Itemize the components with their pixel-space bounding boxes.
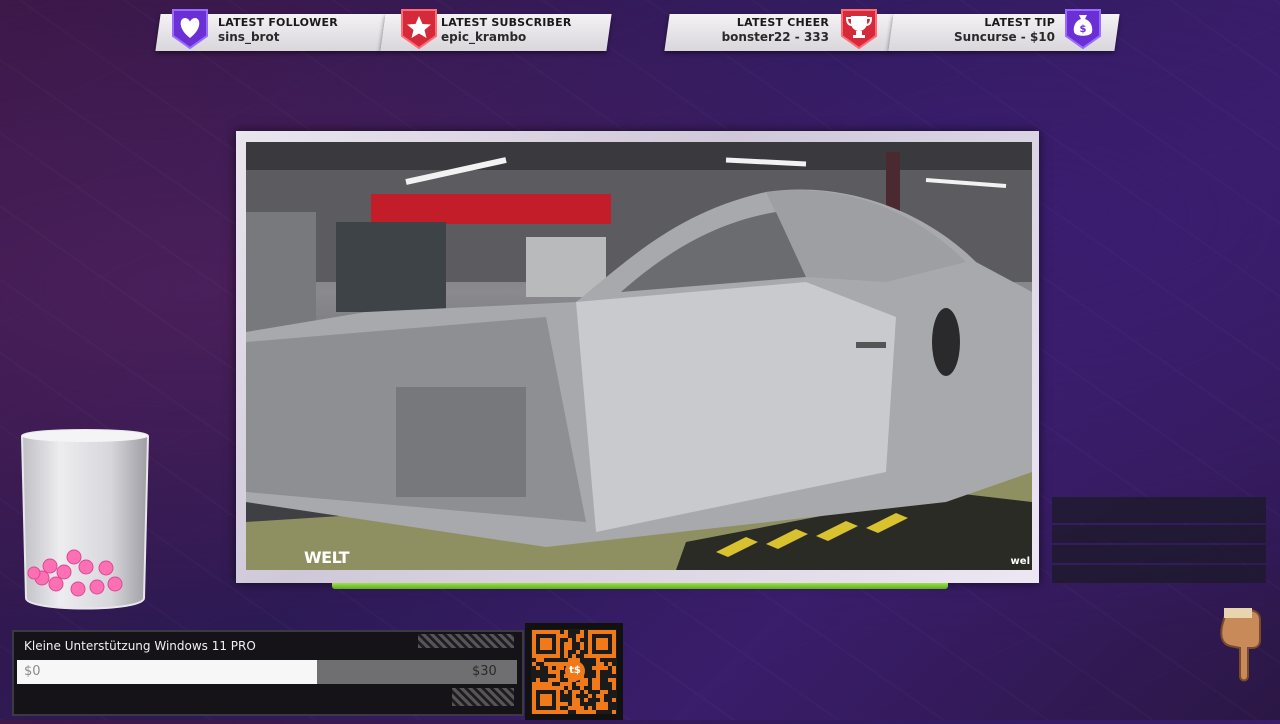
- chat-message: [1052, 565, 1266, 583]
- video-watermark-left: WELT: [304, 548, 350, 567]
- latest-subscriber-card: LATEST SUBSCRIBER epic_krambo: [380, 9, 612, 51]
- star-icon: [399, 8, 439, 50]
- goal-decor-stripes-bottom: [452, 688, 514, 706]
- qr-center-logo: t$: [565, 661, 585, 681]
- chat-message: [1052, 497, 1266, 523]
- trophy-icon: [839, 8, 879, 50]
- video-watermark-right: wel: [1010, 556, 1030, 567]
- donation-goal-start: $0: [24, 664, 41, 679]
- svg-text:$: $: [1080, 24, 1087, 35]
- donation-goal-title: Kleine Unterstützung Windows 11 PRO: [24, 639, 256, 653]
- latest-follower-value: sins_brot: [218, 30, 280, 44]
- latest-subscriber-value: epic_krambo: [441, 30, 527, 44]
- latest-follower-card: LATEST FOLLOWER sins_brot: [155, 9, 387, 51]
- video-progress-accent: [332, 583, 948, 589]
- donation-goal-fill: [17, 660, 317, 684]
- chat-message: [1052, 525, 1266, 543]
- chat-message: [1052, 545, 1266, 563]
- latest-tip-label: LATEST TIP: [984, 16, 1055, 29]
- pointing-hand-icon: [1218, 606, 1264, 684]
- donation-goal-track: [17, 660, 517, 684]
- latest-cheer-value: bonster22 - 333: [721, 30, 829, 44]
- video-player[interactable]: WELT wel: [246, 142, 1032, 570]
- latest-subscriber-label: LATEST SUBSCRIBER: [441, 16, 572, 29]
- heart-icon: [170, 8, 210, 50]
- latest-follower-label: LATEST FOLLOWER: [218, 16, 338, 29]
- goal-decor-stripes-top: [418, 634, 514, 648]
- chat-overlay: [1052, 497, 1266, 585]
- car-factory-scene: [246, 142, 1032, 570]
- latest-tip-card: LATEST TIP Suncurse - $10 $: [888, 9, 1120, 51]
- tip-jar-glass: [20, 428, 150, 614]
- qr-code-icon[interactable]: t$: [525, 623, 623, 720]
- money-bag-icon: $: [1063, 8, 1103, 50]
- latest-cheer-label: LATEST CHEER: [736, 16, 829, 29]
- donation-goal-target: $30: [472, 664, 497, 679]
- latest-cheer-card: LATEST CHEER bonster22 - 333: [664, 9, 896, 51]
- latest-tip-value: Suncurse - $10: [954, 30, 1055, 44]
